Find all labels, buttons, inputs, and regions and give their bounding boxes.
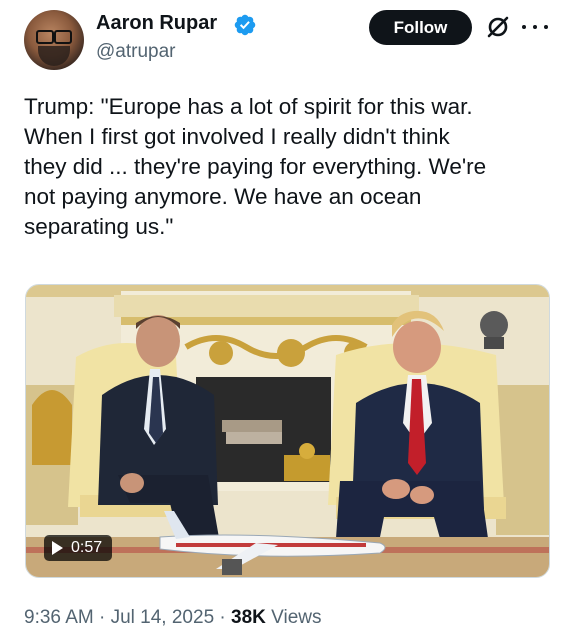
tweet-date[interactable]: Jul 14, 2025 [111, 607, 215, 628]
views-count: 38K [231, 607, 266, 628]
play-icon[interactable] [52, 541, 63, 555]
meta-separator: · [219, 607, 226, 628]
tweet-text: Trump: "Europe has a lot of spirit for t… [24, 94, 487, 239]
meta-separator: · [99, 607, 106, 628]
video-player[interactable] [25, 284, 550, 578]
tweet-meta: 9:36 AM · Jul 14, 2025 · 38K Views [24, 607, 322, 629]
views-label: Views [271, 607, 322, 628]
avatar-beard [38, 46, 70, 66]
author-avatar[interactable] [24, 10, 84, 70]
video-duration: 0:57 [71, 539, 103, 556]
verified-badge-icon [234, 14, 256, 36]
follow-button[interactable]: Follow [369, 10, 472, 45]
grok-icon[interactable] [484, 13, 512, 41]
more-options-icon[interactable] [522, 17, 548, 37]
author-handle[interactable]: @atrupar [96, 41, 176, 63]
author-display-name[interactable]: Aaron Rupar [96, 12, 217, 35]
more-dot [533, 25, 537, 29]
avatar-glasses [36, 30, 72, 44]
video-duration-badge[interactable]: 0:57 [44, 535, 113, 561]
more-dot [522, 25, 526, 29]
tweet-time[interactable]: 9:36 AM [24, 607, 94, 628]
more-dot [544, 25, 548, 29]
